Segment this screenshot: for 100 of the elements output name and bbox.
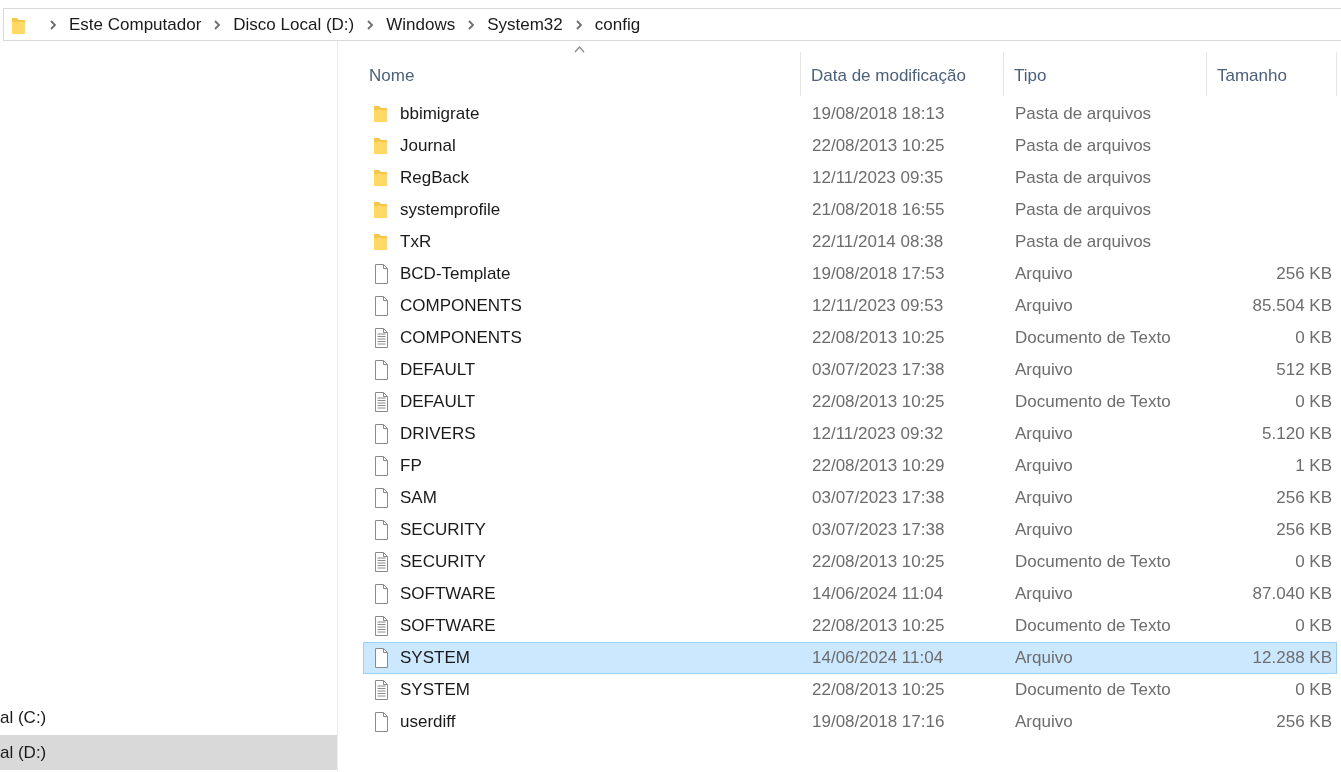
- file-size: 85.504 KB: [1251, 296, 1333, 316]
- file-type: Documento de Texto: [1014, 680, 1172, 700]
- file-size: 256 KB: [1275, 712, 1333, 732]
- file-row[interactable]: SECURITY 03/07/2023 17:38 Arquivo 256 KB: [363, 514, 1337, 546]
- file-row[interactable]: DEFAULT 03/07/2023 17:38 Arquivo 512 KB: [363, 354, 1337, 386]
- breadcrumb-item[interactable]: Disco Local (D:): [231, 14, 357, 35]
- file-size: 256 KB: [1275, 520, 1333, 540]
- chevron-icon: [467, 19, 476, 30]
- breadcrumb-item[interactable]: Este Computador: [67, 14, 204, 35]
- breadcrumb-item[interactable]: config: [592, 14, 643, 35]
- file-type: Arquivo: [1014, 456, 1074, 476]
- file-type: Pasta de arquivos: [1014, 232, 1153, 252]
- file-size: 0 KB: [1294, 552, 1333, 572]
- modified-date: 22/08/2013 10:25: [811, 328, 946, 348]
- file-name: Journal: [400, 136, 456, 156]
- modified-date: 14/06/2024 11:04: [811, 648, 945, 668]
- file-type: Documento de Texto: [1014, 392, 1172, 412]
- file-row[interactable]: DRIVERS 12/11/2023 09:32 Arquivo 5.120 KB: [363, 418, 1337, 450]
- file-row[interactable]: Journal 22/08/2013 10:25 Pasta de arquivos: [363, 130, 1337, 162]
- column-header[interactable]: Data de modificação: [801, 52, 1004, 96]
- folder-icon: [373, 136, 390, 156]
- file-row[interactable]: systemprofile 21/08/2018 16:55 Pasta de arquivos: [363, 194, 1337, 226]
- file-icon: [373, 648, 390, 668]
- file-row[interactable]: SAM 03/07/2023 17:38 Arquivo 256 KB: [363, 482, 1337, 514]
- chevron-icon: [574, 19, 583, 30]
- folder-icon: [373, 232, 390, 252]
- text-file-icon: [373, 392, 390, 412]
- file-row[interactable]: SYSTEM 22/08/2013 10:25 Documento de Texto 0 KB: [363, 674, 1337, 706]
- file-name: bbimigrate: [400, 104, 480, 124]
- nav-item[interactable]: al (C:): [0, 700, 337, 735]
- file-row[interactable]: SYSTEM 14/06/2024 11:04 Arquivo 12.288 KB: [363, 642, 1337, 674]
- text-file-icon: [373, 328, 390, 348]
- nav-item[interactable]: al (D:): [0, 735, 337, 770]
- file-size: 512 KB: [1275, 360, 1333, 380]
- file-row[interactable]: userdiff 19/08/2018 17:16 Arquivo 256 KB: [363, 706, 1337, 738]
- file-icon: [373, 264, 390, 284]
- file-name: SECURITY: [400, 552, 486, 572]
- modified-date: 22/08/2013 10:25: [811, 680, 946, 700]
- file-name: DEFAULT: [400, 392, 476, 412]
- file-type: Documento de Texto: [1014, 616, 1172, 636]
- file-name: DRIVERS: [400, 424, 476, 444]
- file-name: TxR: [400, 232, 432, 252]
- folder-icon: [11, 15, 25, 34]
- modified-date: 03/07/2023 17:38: [811, 488, 946, 508]
- file-icon: [373, 424, 390, 444]
- file-name: SOFTWARE: [400, 616, 496, 636]
- modified-date: 22/08/2013 10:25: [811, 616, 946, 636]
- file-type: Arquivo: [1014, 296, 1074, 316]
- breadcrumb-item[interactable]: Windows: [384, 14, 458, 35]
- file-size: 5.120 KB: [1261, 424, 1333, 444]
- file-type: Arquivo: [1014, 712, 1074, 732]
- file-type: Arquivo: [1014, 264, 1074, 284]
- file-row[interactable]: SOFTWARE 14/06/2024 11:04 Arquivo 87.040 KB: [363, 578, 1337, 610]
- file-row[interactable]: SECURITY 22/08/2013 10:25 Documento de Texto 0 KB: [363, 546, 1337, 578]
- column-header[interactable]: Nome: [363, 52, 801, 96]
- file-name: COMPONENTS: [400, 296, 522, 316]
- file-size: 0 KB: [1294, 616, 1333, 636]
- file-icon: [373, 520, 390, 540]
- modified-date: 12/11/2023 09:35: [811, 168, 945, 188]
- file-size: 256 KB: [1275, 488, 1333, 508]
- folder-icon: [373, 200, 390, 220]
- column-header[interactable]: Tamanho: [1207, 52, 1337, 96]
- folder-icon: [373, 168, 390, 188]
- file-icon: [373, 712, 390, 732]
- column-header[interactable]: Tipo: [1004, 52, 1207, 96]
- folder-icon: [373, 104, 390, 124]
- file-type: Arquivo: [1014, 584, 1074, 604]
- file-row[interactable]: FP 22/08/2013 10:29 Arquivo 1 KB: [363, 450, 1337, 482]
- file-row[interactable]: DEFAULT 22/08/2013 10:25 Documento de Texto 0 KB: [363, 386, 1337, 418]
- modified-date: 19/08/2018 17:53: [811, 264, 946, 284]
- file-name: COMPONENTS: [400, 328, 522, 348]
- modified-date: 19/08/2018 17:16: [811, 712, 946, 732]
- file-size: 87.040 KB: [1251, 584, 1333, 604]
- file-row[interactable]: TxR 22/11/2014 08:38 Pasta de arquivos: [363, 226, 1337, 258]
- file-type: Documento de Texto: [1014, 328, 1172, 348]
- modified-date: 22/08/2013 10:25: [811, 552, 946, 572]
- breadcrumb-item[interactable]: System32: [485, 14, 565, 35]
- file-row[interactable]: BCD-Template 19/08/2018 17:53 Arquivo 256 KB: [363, 258, 1337, 290]
- modified-date: 22/08/2013 10:29: [811, 456, 946, 476]
- file-type: Pasta de arquivos: [1014, 136, 1153, 156]
- file-type: Arquivo: [1014, 488, 1074, 508]
- file-type: Arquivo: [1014, 360, 1074, 380]
- modified-date: 19/08/2018 18:13: [811, 104, 946, 124]
- modified-date: 22/08/2013 10:25: [811, 136, 946, 156]
- file-row[interactable]: bbimigrate 19/08/2018 18:13 Pasta de arquivos: [363, 98, 1337, 130]
- file-row[interactable]: COMPONENTS 22/08/2013 10:25 Documento de Texto 0 KB: [363, 322, 1337, 354]
- file-size: 0 KB: [1294, 328, 1333, 348]
- file-size: 1 KB: [1294, 456, 1333, 476]
- file-row[interactable]: SOFTWARE 22/08/2013 10:25 Documento de Texto 0 KB: [363, 610, 1337, 642]
- file-row[interactable]: RegBack 12/11/2023 09:35 Pasta de arquivos: [363, 162, 1337, 194]
- file-row[interactable]: COMPONENTS 12/11/2023 09:53 Arquivo 85.504 KB: [363, 290, 1337, 322]
- file-size: 0 KB: [1294, 392, 1333, 412]
- file-type: Pasta de arquivos: [1014, 104, 1153, 124]
- file-icon: [373, 296, 390, 316]
- chevron-icon: [49, 19, 57, 30]
- modified-date: 14/06/2024 11:04: [811, 584, 945, 604]
- modified-date: 22/11/2014 08:38: [811, 232, 945, 252]
- address-bar[interactable]: Este Computador Disco Local (D:) Windows System32 config: [3, 8, 1341, 41]
- modified-date: 21/08/2018 16:55: [811, 200, 946, 220]
- chevron-icon: [366, 19, 375, 30]
